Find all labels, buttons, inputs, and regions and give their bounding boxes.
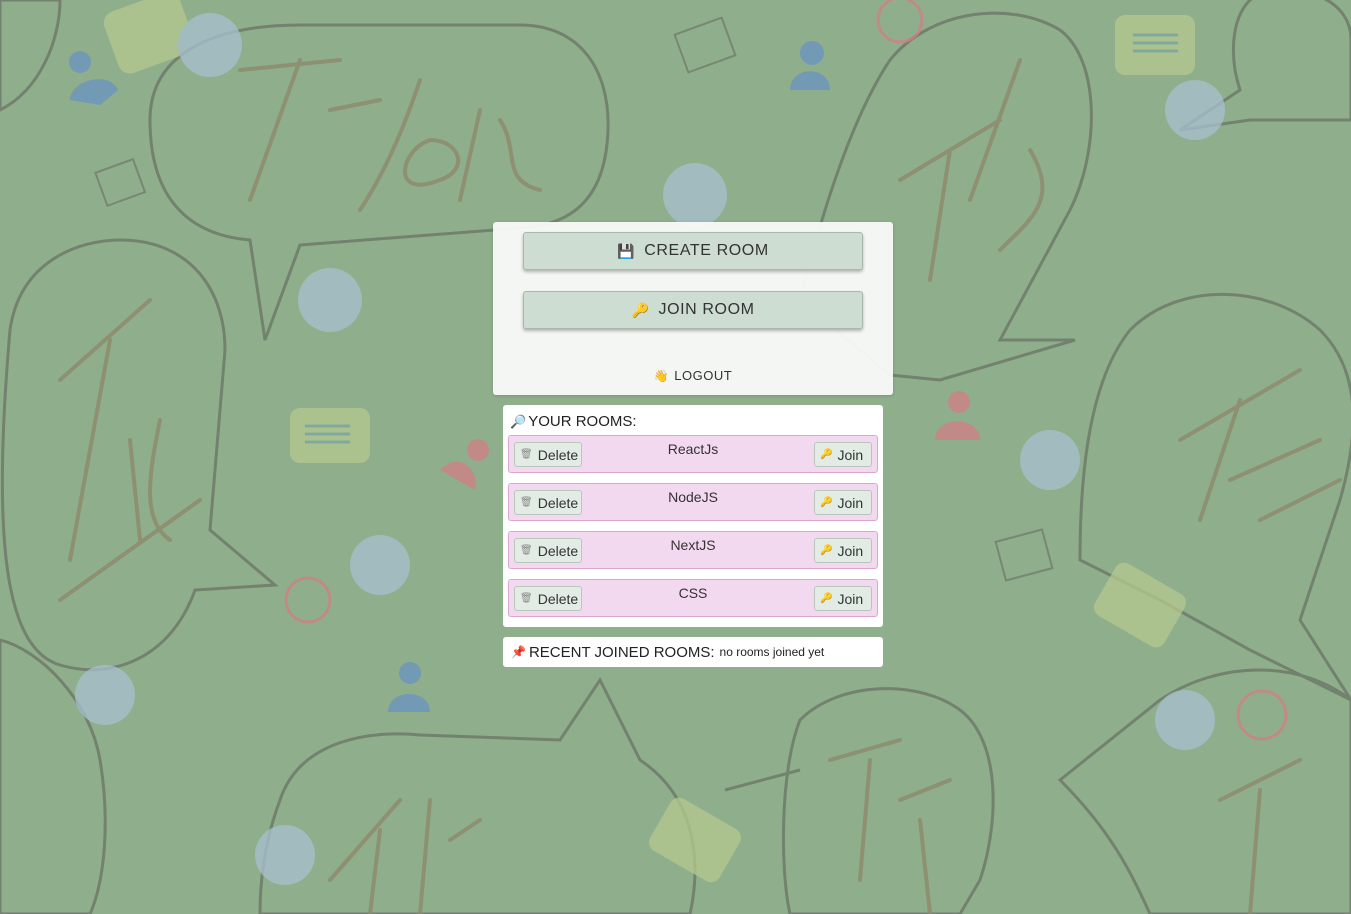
key-icon: 🔑 xyxy=(820,545,833,556)
room-name: NextJS xyxy=(670,537,716,553)
logout-button[interactable]: 👋 LOGOUT xyxy=(493,368,893,383)
join-room-label: JOIN ROOM xyxy=(658,301,755,318)
delete-room-button[interactable]: 🗑 Delete xyxy=(514,442,582,467)
key-icon: 🔑 xyxy=(631,301,650,318)
join-label: Join xyxy=(837,542,864,559)
your-rooms-title-text: YOUR ROOMS: xyxy=(528,413,637,430)
join-room-row-button[interactable]: 🔑 Join xyxy=(814,538,872,563)
join-label: Join xyxy=(837,494,864,511)
your-rooms-card: 🔎 YOUR ROOMS: 🗑 Delete ReactJs 🔑 Join 🗑 … xyxy=(503,405,883,627)
room-name: CSS xyxy=(678,585,708,601)
room-row: 🗑 Delete NextJS 🔑 Join xyxy=(508,531,878,569)
trash-icon: 🗑 xyxy=(520,449,533,460)
delete-label: Delete xyxy=(537,494,579,511)
room-row: 🗑 Delete ReactJs 🔑 Join xyxy=(508,435,878,473)
create-room-button[interactable]: 💾 CREATE ROOM xyxy=(523,232,863,270)
floppy-disk-icon: 💾 xyxy=(617,242,636,259)
room-row: 🗑 Delete NodeJS 🔑 Join xyxy=(508,483,878,521)
your-rooms-title: 🔎 YOUR ROOMS: xyxy=(510,413,637,430)
recent-rooms-card: 📌 RECENT JOINED ROOMS: no rooms joined y… xyxy=(503,637,883,667)
delete-room-button[interactable]: 🗑 Delete xyxy=(514,490,582,515)
create-room-label: CREATE ROOM xyxy=(644,242,769,259)
logout-label: LOGOUT xyxy=(674,368,733,383)
key-icon: 🔑 xyxy=(820,497,833,508)
trash-icon: 🗑 xyxy=(520,497,533,508)
delete-label: Delete xyxy=(537,590,579,607)
waving-hand-icon: 👋 xyxy=(653,368,670,383)
join-room-row-button[interactable]: 🔑 Join xyxy=(814,442,872,467)
main-menu-card: 💾 CREATE ROOM 🔑 JOIN ROOM 👋 LOGOUT xyxy=(493,222,893,395)
join-label: Join xyxy=(837,446,864,463)
delete-label: Delete xyxy=(537,542,579,559)
key-icon: 🔑 xyxy=(820,449,833,460)
delete-room-button[interactable]: 🗑 Delete xyxy=(514,586,582,611)
trash-icon: 🗑 xyxy=(520,593,533,604)
trash-icon: 🗑 xyxy=(520,545,533,556)
join-room-row-button[interactable]: 🔑 Join xyxy=(814,586,872,611)
room-name: NodeJS xyxy=(668,489,718,505)
join-room-row-button[interactable]: 🔑 Join xyxy=(814,490,872,515)
pushpin-icon: 📌 xyxy=(511,645,526,659)
join-label: Join xyxy=(837,590,864,607)
room-name: ReactJs xyxy=(667,441,719,457)
delete-label: Delete xyxy=(537,446,579,463)
recent-rooms-empty-text: no rooms joined yet xyxy=(719,645,825,659)
recent-rooms-title: RECENT JOINED ROOMS: xyxy=(528,643,715,661)
key-icon: 🔑 xyxy=(820,593,833,604)
join-room-button[interactable]: 🔑 JOIN ROOM xyxy=(523,291,863,329)
magnifier-icon: 🔎 xyxy=(510,413,527,429)
room-row: 🗑 Delete CSS 🔑 Join xyxy=(508,579,878,617)
delete-room-button[interactable]: 🗑 Delete xyxy=(514,538,582,563)
